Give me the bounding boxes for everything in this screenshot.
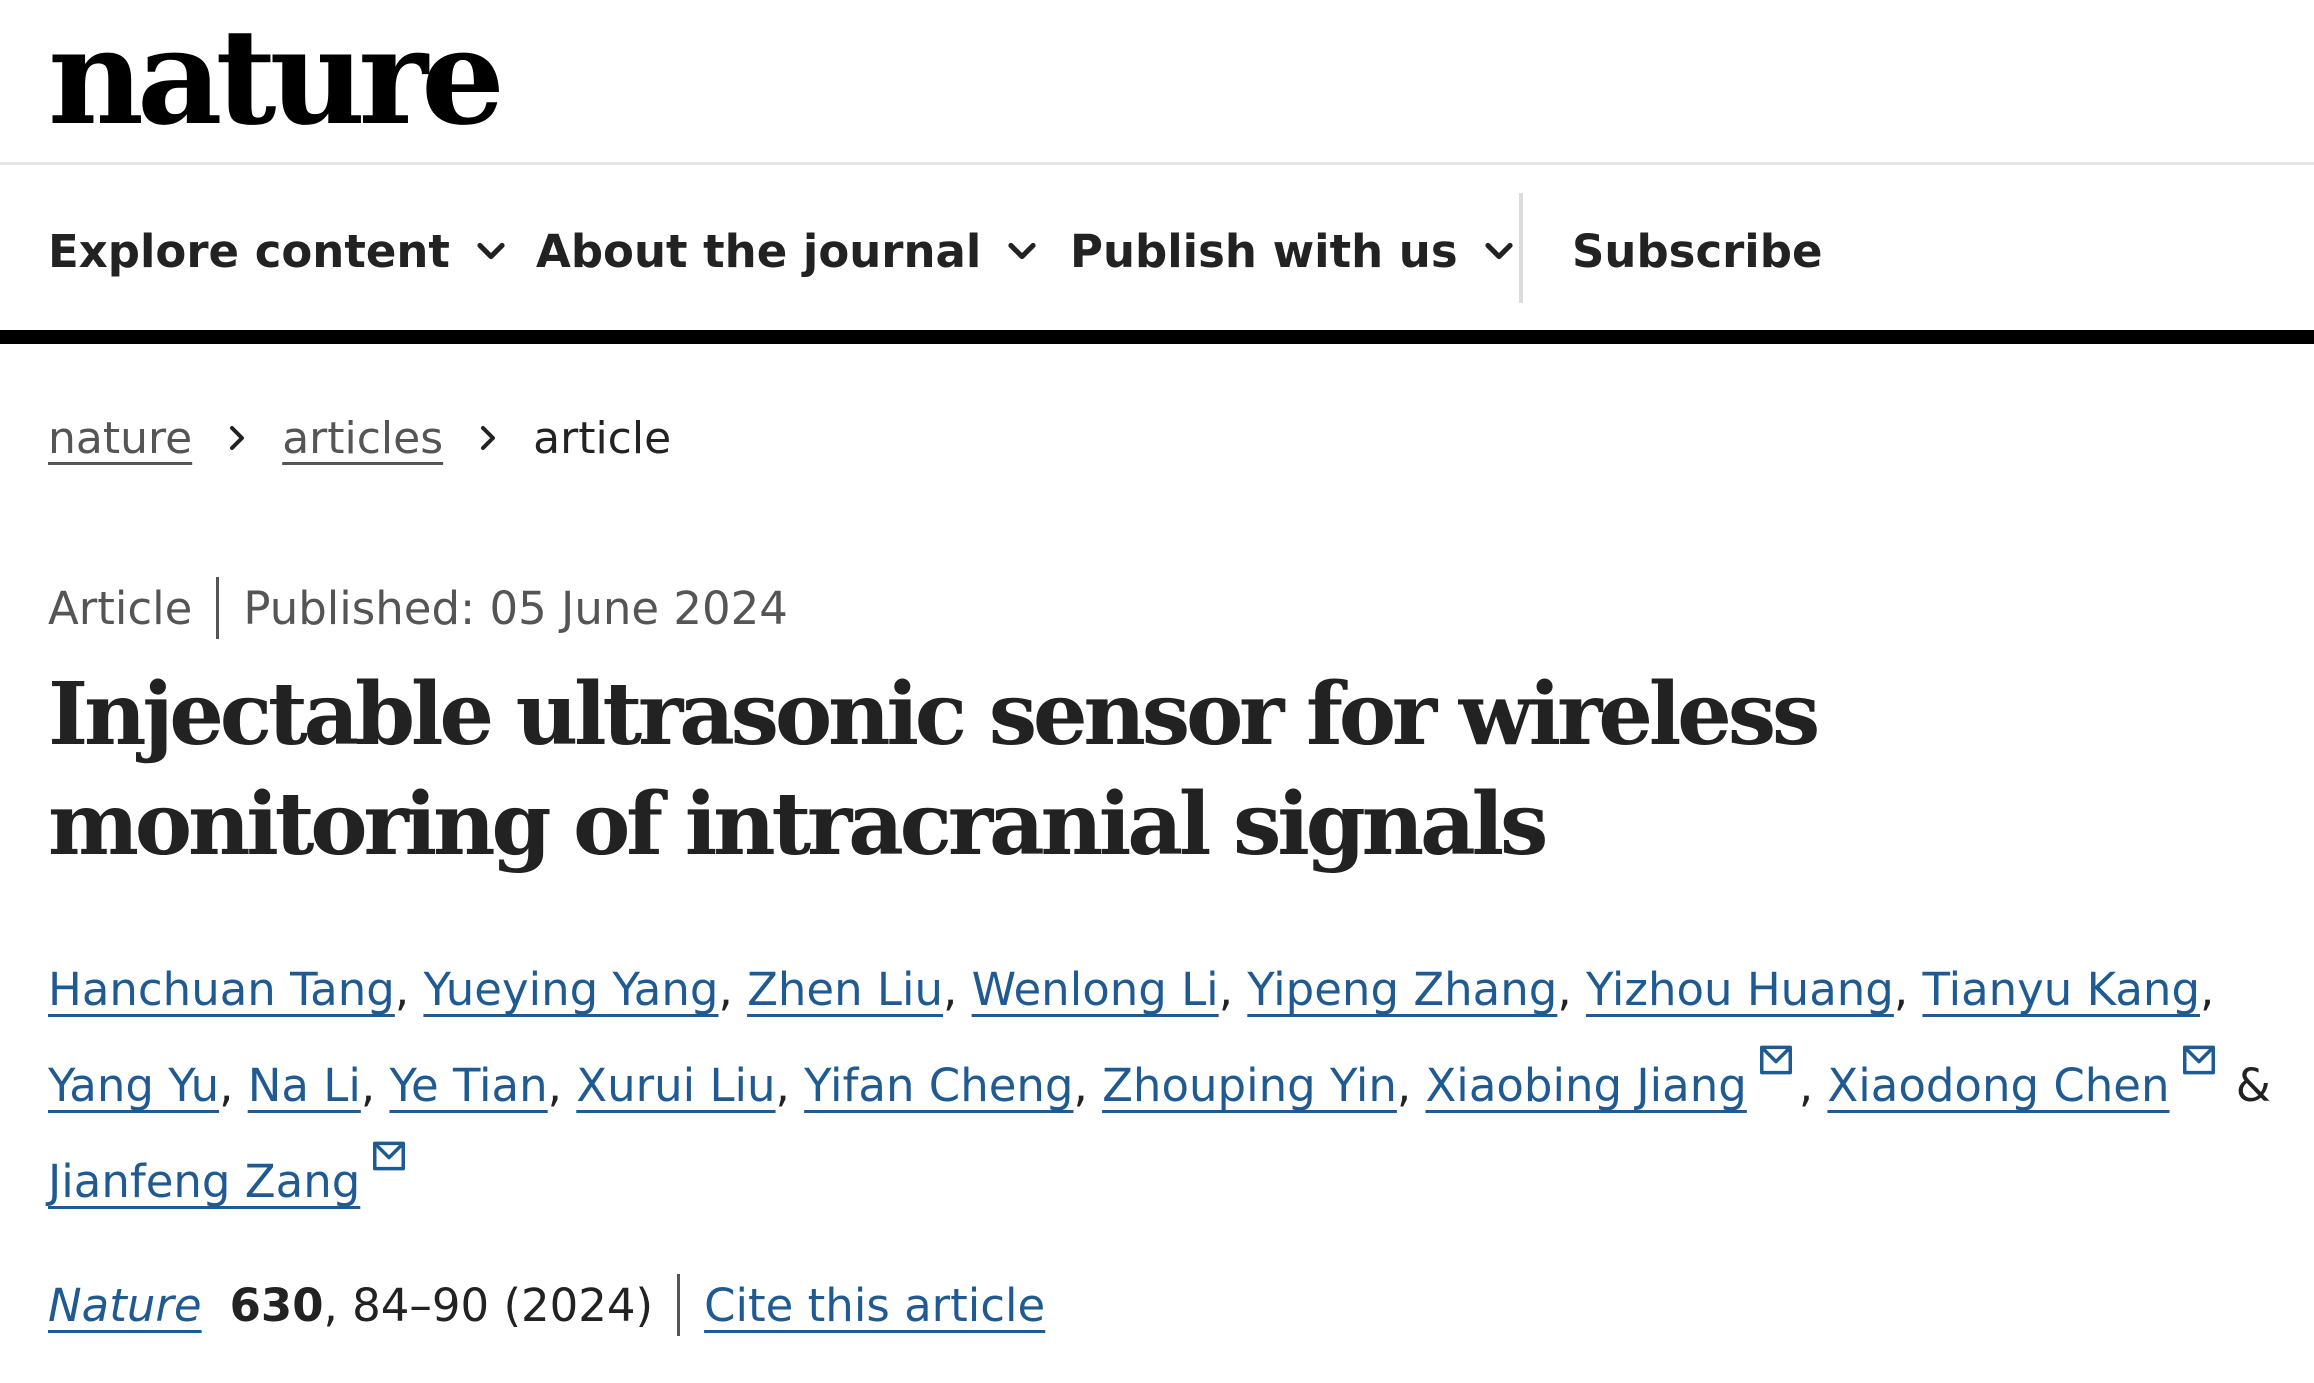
nav-explore-content[interactable]: Explore content xyxy=(48,223,510,279)
author-separator: , xyxy=(394,963,424,1016)
main-nav: Explore content About the journal Publis… xyxy=(0,165,2314,344)
volume-number: 630 xyxy=(229,1278,324,1332)
author-link[interactable]: Wenlong Li xyxy=(972,963,1219,1016)
author-separator: , xyxy=(718,963,748,1016)
mail-icon[interactable] xyxy=(2176,1041,2222,1079)
mail-icon[interactable] xyxy=(366,1137,412,1175)
author-separator: , xyxy=(219,1059,248,1112)
breadcrumb-link-articles[interactable]: articles xyxy=(282,413,443,464)
nav-subscribe-label: Subscribe xyxy=(1572,224,1823,278)
article-title: Injectable ultrasonic sensor for wireles… xyxy=(48,664,1820,875)
author-separator: & xyxy=(2221,1059,2271,1112)
chevron-down-icon xyxy=(1484,242,1513,260)
author-link[interactable]: Yifan Cheng xyxy=(804,1059,1073,1112)
citation-line: Nature 630 , 84–90 (2024) Cite this arti… xyxy=(48,1272,1045,1338)
chevron-right-icon xyxy=(481,426,496,450)
breadcrumb-link-nature[interactable]: nature xyxy=(48,413,192,464)
nav-divider xyxy=(1519,193,1523,303)
author-link[interactable]: Yang Yu xyxy=(48,1059,219,1112)
author-link[interactable]: Xiaodong Chen xyxy=(1827,1059,2169,1112)
author-separator: , xyxy=(1396,1059,1426,1112)
nav-publish-with-us[interactable]: Publish with us xyxy=(1070,223,1518,279)
author-link[interactable]: Yueying Yang xyxy=(423,963,718,1016)
author-list: Hanchuan Tang, Yueying Yang, Zhen Liu, W… xyxy=(48,942,2288,1230)
author-separator: , xyxy=(1798,1059,1828,1112)
author-link[interactable]: Xurui Liu xyxy=(576,1059,775,1112)
site-header: nature xyxy=(0,0,2314,165)
nav-subscribe[interactable]: Subscribe xyxy=(1572,223,1822,279)
citation-divider xyxy=(677,1274,681,1336)
author-link[interactable]: Zhouping Yin xyxy=(1102,1059,1397,1112)
chevron-down-icon xyxy=(477,242,505,260)
nav-about-journal-label: About the journal xyxy=(536,224,982,278)
breadcrumb-current: article xyxy=(533,412,672,464)
author-separator: , xyxy=(943,963,972,1016)
author-separator: , xyxy=(360,1059,390,1112)
pages-year: , 84–90 (2024) xyxy=(323,1278,654,1332)
published-date: Published: 05 June 2024 xyxy=(243,581,788,635)
author-link[interactable]: Hanchuan Tang xyxy=(48,963,395,1016)
article-type: Article xyxy=(48,581,193,635)
author-separator: , xyxy=(775,1059,805,1112)
author-link[interactable]: Na Li xyxy=(248,1059,361,1112)
chevron-down-icon xyxy=(1008,242,1036,260)
nature-logo[interactable]: nature xyxy=(48,12,505,144)
author-separator: , xyxy=(1218,963,1248,1016)
article-meta: Article Published: 05 June 2024 xyxy=(48,577,788,639)
author-separator: , xyxy=(547,1059,577,1112)
author-separator: , xyxy=(2200,963,2215,1016)
author-separator: , xyxy=(1557,963,1586,1016)
mail-icon[interactable] xyxy=(1753,1041,1799,1079)
cite-this-article-link[interactable]: Cite this article xyxy=(704,1279,1045,1332)
nav-publish-with-us-label: Publish with us xyxy=(1070,224,1458,278)
author-link[interactable]: Yipeng Zhang xyxy=(1247,963,1557,1016)
author-link[interactable]: Jianfeng Zang xyxy=(48,1155,360,1208)
author-separator: , xyxy=(1073,1059,1103,1112)
breadcrumb: nature articles article xyxy=(48,408,671,468)
nav-about-journal[interactable]: About the journal xyxy=(536,223,1041,279)
author-separator: , xyxy=(1893,963,1923,1016)
meta-divider xyxy=(216,577,220,639)
author-link[interactable]: Yizhou Huang xyxy=(1586,963,1894,1016)
nav-explore-content-label: Explore content xyxy=(48,224,450,278)
author-link[interactable]: Zhen Liu xyxy=(747,963,943,1016)
journal-link[interactable]: Nature xyxy=(48,1279,202,1332)
author-link[interactable]: Ye Tian xyxy=(389,1059,547,1112)
author-link[interactable]: Xiaobing Jiang xyxy=(1425,1059,1746,1112)
author-link[interactable]: Tianyu Kang xyxy=(1922,963,2200,1016)
chevron-right-icon xyxy=(230,426,245,450)
